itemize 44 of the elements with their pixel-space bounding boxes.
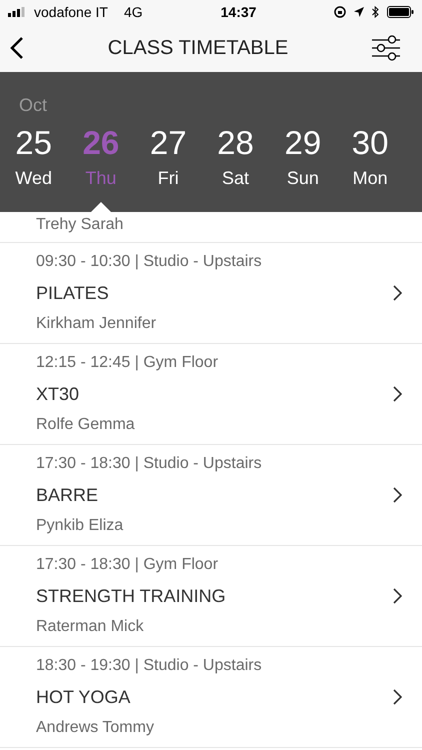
rotation-lock-icon — [334, 6, 346, 18]
class-row[interactable]: 17:30 - 18:30 | Studio - Upstairs BARRE Pynkib Eliza — [0, 445, 422, 546]
class-row[interactable]: 09:30 - 10:30 | Studio - Upstairs PILATES Kirkham Jennifer — [0, 243, 422, 344]
instructor-name: Rolfe Gemma — [36, 415, 136, 435]
month-label: Oct — [18, 94, 48, 117]
carrier-name: vodafone IT — [34, 2, 108, 22]
class-time-location: 09:30 - 10:30 | Studio - Upstairs — [36, 252, 263, 272]
day-tab[interactable]: 25 Wed — [0, 123, 68, 192]
clock-time: 14:37 — [220, 2, 256, 22]
back-icon[interactable] — [10, 36, 24, 60]
page-title: CLASS TIMETABLE — [108, 36, 288, 61]
class-row[interactable]: 18:30 - 19:30 | Studio - Upstairs HOT YOGA Andrews Tommy — [0, 647, 422, 748]
class-row[interactable]: 12:15 - 12:45 | Gym Floor XT30 Rolfe Gemma — [0, 344, 422, 445]
selection-pointer — [90, 202, 112, 213]
class-time-location: 12:15 - 12:45 | Gym Floor — [36, 353, 220, 373]
chevron-right-icon — [393, 386, 402, 402]
class-time-location: 17:30 - 18:30 | Gym Floor — [36, 555, 220, 575]
chevron-right-icon — [393, 487, 402, 503]
class-name: STRENGTH TRAINING — [36, 585, 227, 608]
instructor-name: Pynkib Eliza — [36, 516, 124, 536]
class-name: HOT YOGA — [36, 686, 132, 709]
day-tab[interactable]: 28 Sat — [202, 123, 270, 192]
battery-icon — [387, 6, 414, 18]
chevron-right-icon — [393, 689, 402, 705]
instructor-name: Andrews Tommy — [36, 718, 155, 738]
signal-icon — [8, 7, 26, 17]
day-tab[interactable]: 27 Fri — [134, 123, 202, 192]
day-tab[interactable]: 30 Mon — [336, 123, 404, 192]
filter-icon[interactable] — [372, 35, 400, 61]
bluetooth-icon — [372, 6, 379, 18]
instructor-name: Raterman Mick — [36, 617, 145, 637]
class-name: PILATES — [36, 282, 110, 305]
day-tab[interactable]: 29 Sun — [269, 123, 336, 192]
location-icon — [354, 7, 364, 17]
instructor-name: Kirkham Jennifer — [36, 314, 158, 334]
class-time-location: 17:30 - 18:30 | Studio - Upstairs — [36, 454, 263, 474]
class-name: XT30 — [36, 383, 80, 406]
class-row[interactable]: 17:30 - 18:30 | Gym Floor STRENGTH TRAINING Raterman Mick — [0, 546, 422, 647]
class-time-location: 18:30 - 19:30 | Studio - Upstairs — [36, 656, 263, 676]
chevron-right-icon — [393, 285, 402, 301]
network-type: 4G — [124, 2, 143, 22]
chevron-right-icon — [393, 588, 402, 604]
instructor-name: Trehy Sarah — [36, 215, 124, 235]
class-name: BARRE — [36, 484, 100, 507]
